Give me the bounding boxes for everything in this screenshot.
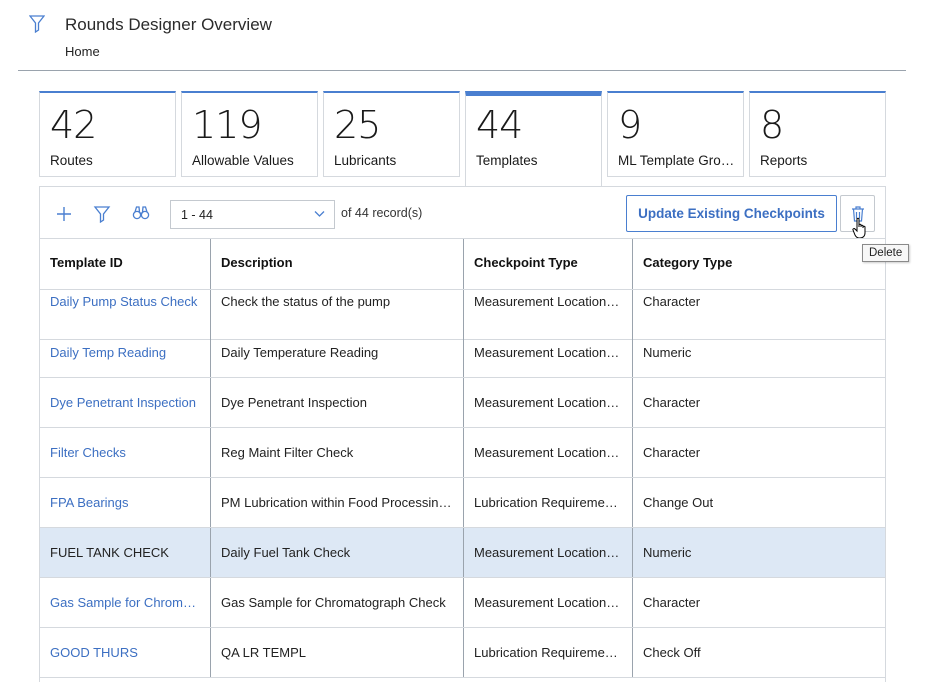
record-count: of 44 record(s) [341,206,422,220]
template-id-cell[interactable]: FUEL TANK CHECK [40,528,210,577]
record-range-value: 1 - 44 [181,208,213,222]
filter-icon[interactable] [93,205,111,223]
template-id-link[interactable]: GOOD THURS [40,628,210,677]
tile-label: Templates [476,153,538,168]
checkpoint-type-cell: Lubrication Requirement Template [463,628,632,677]
template-id-link[interactable]: Gas Sample for Chromatograph [40,578,210,627]
add-icon[interactable] [55,205,73,223]
table-row[interactable]: Filter Checks Reg Maint Filter Check Mea… [40,428,885,478]
record-total: 44 [354,206,369,220]
column-header-template-id[interactable]: Template ID [40,239,210,289]
category-type-cell: Numeric [632,528,885,577]
table-row[interactable]: Daily Temp Reading Daily Temperature Rea… [40,328,885,378]
summary-tiles: 42 Routes 119 Allowable Values 25 Lubric… [39,91,887,187]
description-cell: PM Lubrication within Food Processing Ar… [210,478,463,527]
column-header-category-type[interactable]: Category Type [632,239,885,289]
description-cell: Gas Sample for Chromatograph Check [210,578,463,627]
binoculars-icon[interactable] [132,204,150,222]
table-row-selected[interactable]: FUEL TANK CHECK Daily Fuel Tank Check Me… [40,528,885,578]
tile-allowable-values[interactable]: 119 Allowable Values [181,91,318,177]
checkpoint-type-cell: Lubrication Requirement Template [463,478,632,527]
tile-count: 119 [192,103,263,147]
category-type-cell: Character [632,378,885,427]
checkpoint-type-cell: Measurement Location Template [463,328,632,377]
description-cell: QA LR TEMPL [210,628,463,677]
templates-panel: 1 - 44 of 44 record(s) Update Existing C… [39,186,910,682]
template-id-link[interactable]: Dye Penetrant Inspection [40,378,210,427]
table-row[interactable]: GOOD THURS QA LR TEMPL Lubrication Requi… [40,628,885,678]
page-title: Rounds Designer Overview [65,15,272,34]
tile-label: ML Template Groups [618,153,740,168]
checkpoint-type-cell: Measurement Location Template [463,578,632,627]
checkpoint-type-cell: Measurement Location Template [463,528,632,577]
category-type-cell: Numeric [632,328,885,377]
tile-routes[interactable]: 42 Routes [39,91,176,177]
description-cell: Dye Penetrant Inspection [210,378,463,427]
table-row[interactable]: Gas Sample for Chromatograph Gas Sample … [40,578,885,628]
tile-count: 44 [476,103,523,147]
category-type-cell: Check Off [632,628,885,677]
category-type-cell: Change Out [632,478,885,527]
description-cell: Daily Temperature Reading [210,328,463,377]
table-header-row: Template ID Description Checkpoint Type … [40,238,885,290]
template-id-link[interactable]: Filter Checks [40,428,210,477]
tile-ml-template-groups[interactable]: 9 ML Template Groups [607,91,744,177]
chevron-down-icon [314,211,325,217]
column-header-description[interactable]: Description [210,239,463,289]
grid-toolbar: 1 - 44 of 44 record(s) Update Existing C… [40,187,910,262]
column-header-checkpoint-type[interactable]: Checkpoint Type [463,239,632,289]
tile-label: Reports [760,153,808,168]
tile-label: Allowable Values [192,153,294,168]
tile-label: Lubricants [334,153,397,168]
page-header: Rounds Designer Overview Home [0,0,925,72]
tile-count: 42 [50,103,97,147]
records-label: record(s) [372,206,423,220]
filter-icon[interactable] [29,15,45,33]
tile-count: 8 [760,103,784,147]
of-label: of [341,206,352,220]
tile-label: Routes [50,153,93,168]
tile-templates[interactable]: 44 Templates [465,91,602,187]
table-row[interactable]: Dye Penetrant Inspection Dye Penetrant I… [40,378,885,428]
update-existing-checkpoints-button[interactable]: Update Existing Checkpoints [626,195,837,232]
template-id-link[interactable]: FPA Bearings [40,478,210,527]
description-cell: Reg Maint Filter Check [210,428,463,477]
checkpoint-type-cell: Measurement Location Template [463,378,632,427]
tile-count: 25 [334,103,381,147]
category-type-cell: Character [632,428,885,477]
breadcrumb[interactable]: Home [65,44,100,59]
tile-reports[interactable]: 8 Reports [749,91,886,177]
category-type-cell: Character [632,578,885,627]
description-cell: Daily Fuel Tank Check [210,528,463,577]
checkpoint-type-cell: Measurement Location Template [463,428,632,477]
tile-count: 9 [618,103,642,147]
template-id-link[interactable]: Daily Temp Reading [40,328,210,377]
tile-lubricants[interactable]: 25 Lubricants [323,91,460,177]
record-range-select[interactable]: 1 - 44 [170,200,335,229]
header-divider [18,70,906,71]
table-row[interactable]: FPA Bearings PM Lubrication within Food … [40,478,885,528]
